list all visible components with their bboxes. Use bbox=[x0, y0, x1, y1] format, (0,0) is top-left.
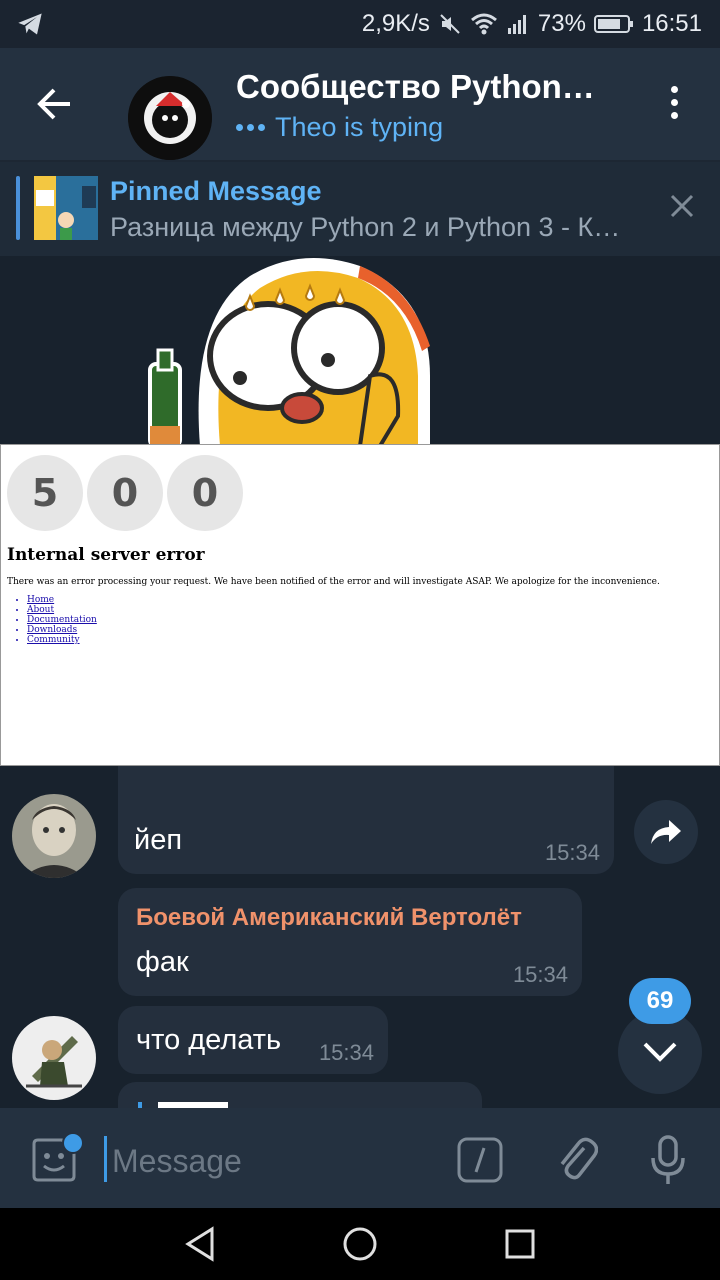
error-code: 5 0 0 bbox=[7, 455, 243, 531]
error-link: About bbox=[27, 605, 97, 615]
clock: 16:51 bbox=[641, 10, 702, 37]
battery-icon bbox=[593, 14, 634, 34]
sender-avatar[interactable] bbox=[12, 794, 96, 878]
message-time: 15:34 bbox=[318, 1040, 374, 1065]
telegram-icon bbox=[16, 10, 44, 43]
message-list[interactable]: 5 0 0 Internal server error There was an… bbox=[0, 256, 720, 1108]
pinned-thumbnail bbox=[34, 176, 98, 240]
error-digit: 5 bbox=[7, 455, 83, 531]
error-digit: 0 bbox=[87, 455, 163, 531]
error-link: Documentation bbox=[27, 615, 97, 625]
notification-dot bbox=[62, 1132, 84, 1154]
chevron-down-icon bbox=[643, 1042, 677, 1062]
error-links: Home About Documentation Downloads Commu… bbox=[15, 595, 97, 645]
share-arrow-icon bbox=[651, 820, 681, 844]
message-text: фак bbox=[136, 946, 189, 978]
nav-back-icon[interactable] bbox=[184, 1226, 216, 1267]
sticker-image[interactable] bbox=[130, 256, 470, 448]
sender-name[interactable]: Боевой Американский Вертолёт bbox=[136, 904, 522, 932]
typing-dots-icon bbox=[236, 124, 265, 131]
mute-icon bbox=[438, 12, 462, 36]
message-bubble[interactable]: что делать 15:34 bbox=[118, 1006, 388, 1074]
status-bar: 2,9K/s 73% 16:51 bbox=[0, 0, 720, 48]
chat-title[interactable]: Сообщество Python… bbox=[236, 68, 595, 106]
attach-icon[interactable] bbox=[554, 1134, 599, 1184]
signal-icon bbox=[506, 12, 530, 36]
chat-header: Сообщество Python… Theo is typing bbox=[0, 48, 720, 160]
system-navigation-bar bbox=[0, 1208, 720, 1280]
error-title: Internal server error bbox=[7, 545, 205, 565]
message-composer bbox=[0, 1108, 720, 1208]
error-link: Downloads bbox=[27, 625, 97, 635]
pinned-accent-bar bbox=[16, 176, 20, 240]
forward-button[interactable] bbox=[634, 800, 698, 864]
text-cursor bbox=[104, 1136, 107, 1182]
back-arrow-icon[interactable] bbox=[30, 84, 78, 124]
sender-avatar[interactable] bbox=[12, 1016, 96, 1100]
error-text: There was an error processing your reque… bbox=[7, 577, 660, 587]
message-bubble[interactable]: Боевой Американский Вертолёт фак 15:34 bbox=[118, 888, 582, 996]
microphone-icon[interactable] bbox=[648, 1134, 688, 1186]
error-link: Community bbox=[27, 635, 97, 645]
error-digit: 0 bbox=[167, 455, 243, 531]
unread-badge[interactable]: 69 bbox=[629, 978, 691, 1024]
network-speed: 2,9K/s bbox=[361, 10, 430, 37]
bot-command-icon[interactable] bbox=[456, 1136, 504, 1184]
message-text: что делать bbox=[136, 1024, 282, 1056]
more-menu-icon[interactable] bbox=[664, 86, 684, 126]
typing-status: Theo is typing bbox=[236, 112, 443, 143]
error-link: Home bbox=[27, 595, 97, 605]
close-icon[interactable] bbox=[668, 192, 696, 220]
pinned-title: Pinned Message bbox=[110, 176, 322, 206]
wifi-icon bbox=[470, 12, 498, 36]
error-screenshot-image[interactable]: 5 0 0 Internal server error There was an… bbox=[0, 444, 720, 766]
group-avatar[interactable] bbox=[128, 76, 212, 160]
message-bubble[interactable]: йеп 15:34 bbox=[118, 766, 614, 874]
pinned-text: Разница между Python 2 и Python 3 - К… bbox=[110, 212, 621, 242]
message-time: 15:34 bbox=[512, 962, 568, 987]
message-time: 15:34 bbox=[544, 840, 600, 865]
nav-recents-icon[interactable] bbox=[504, 1228, 536, 1265]
message-bubble[interactable] bbox=[118, 1082, 482, 1108]
nav-home-icon[interactable] bbox=[342, 1226, 378, 1267]
typing-text: Theo is typing bbox=[275, 112, 444, 142]
message-input[interactable] bbox=[110, 1138, 434, 1184]
battery-percent: 73% bbox=[537, 10, 586, 37]
pinned-message[interactable]: Pinned Message Разница между Python 2 и … bbox=[0, 162, 720, 256]
message-text: йеп bbox=[134, 824, 183, 856]
